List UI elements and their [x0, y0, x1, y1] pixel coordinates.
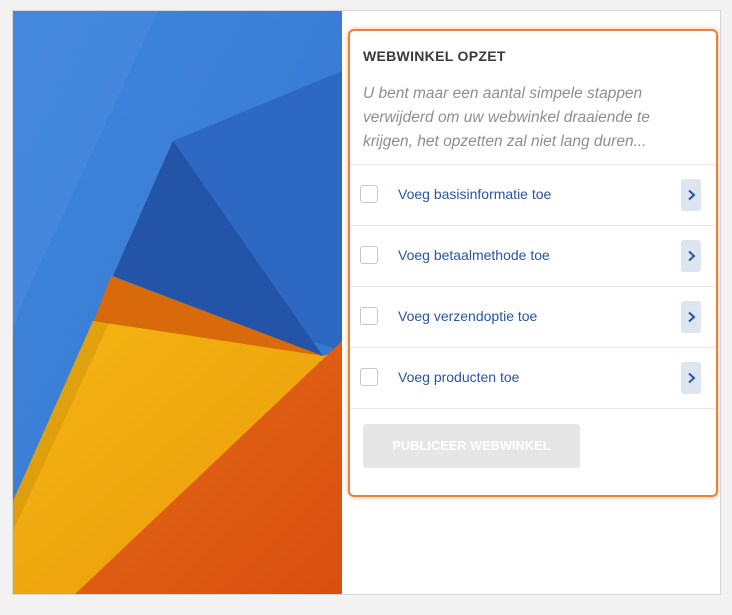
step-open-button[interactable]	[681, 179, 701, 211]
step-label[interactable]: Voeg basisinformatie toe	[398, 186, 551, 202]
step-checkbox[interactable]	[360, 185, 378, 203]
setup-steps-list: Voeg basisinformatie toe Voeg betaalmeth…	[350, 164, 716, 409]
step-add-basic-info[interactable]: Voeg basisinformatie toe	[350, 165, 716, 226]
step-label[interactable]: Voeg verzendoptie toe	[398, 308, 537, 324]
decorative-illustration	[13, 11, 342, 594]
chevron-right-icon	[687, 250, 695, 262]
chevron-right-icon	[687, 311, 695, 323]
chevron-right-icon	[687, 372, 695, 384]
material-shapes-graphic	[13, 11, 342, 594]
publish-webshop-button[interactable]: PUBLICEER WEBWINKEL	[363, 424, 580, 468]
step-checkbox[interactable]	[360, 307, 378, 325]
step-checkbox[interactable]	[360, 246, 378, 264]
step-label[interactable]: Voeg producten toe	[398, 369, 519, 385]
card-description: U bent maar een aantal simpele stappen v…	[363, 85, 650, 150]
step-add-products[interactable]: Voeg producten toe	[350, 348, 716, 409]
card-title: WEBWINKEL OPZET	[363, 48, 506, 64]
step-open-button[interactable]	[681, 362, 701, 394]
step-open-button[interactable]	[681, 301, 701, 333]
setup-panel: WEBWINKEL OPZET U bent maar een aantal s…	[12, 10, 721, 595]
step-add-shipping-option[interactable]: Voeg verzendoptie toe	[350, 287, 716, 348]
step-label[interactable]: Voeg betaalmethode toe	[398, 247, 550, 263]
webshop-setup-card: WEBWINKEL OPZET U bent maar een aantal s…	[348, 29, 718, 497]
step-add-payment-method[interactable]: Voeg betaalmethode toe	[350, 226, 716, 287]
step-checkbox[interactable]	[360, 368, 378, 386]
chevron-right-icon	[687, 189, 695, 201]
step-open-button[interactable]	[681, 240, 701, 272]
